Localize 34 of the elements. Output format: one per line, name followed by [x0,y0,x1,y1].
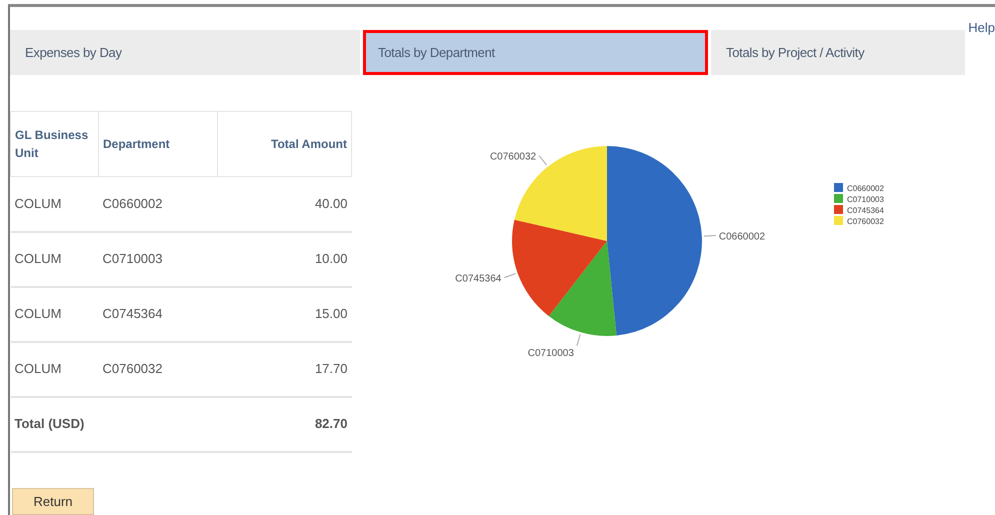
total-amount: 82.70 [218,396,352,452]
table-cell: 15.00 [218,286,352,342]
slice-label: C0710003 [528,348,574,359]
leader-line [538,155,548,166]
table-cell: 40.00 [218,176,352,232]
leader-line [504,273,516,278]
table-cell: 17.70 [218,342,352,396]
tab[interactable]: Totals by Department [363,30,708,75]
table-cell: COLUM [10,286,98,342]
legend-label: C0745364 [847,206,884,215]
leader-line [703,235,716,237]
table-cell: COLUM [10,232,98,286]
table-cell: C0760032 [98,342,218,396]
slice-label: C0760032 [490,152,536,163]
tab[interactable]: Expenses by Day [10,30,360,75]
table-cell: C0710003 [98,232,218,286]
column-header: Total Amount [218,112,352,176]
return-button[interactable]: Return [12,488,94,515]
column-header: GL Business Unit [10,112,98,176]
legend-label: C0660002 [847,184,884,193]
slice-label: C0745364 [455,274,502,285]
table-cell: COLUM [10,342,98,396]
table-cell: C0745364 [98,286,218,342]
column-header: Department [98,112,218,176]
table-cell: C0660002 [98,176,218,232]
help-link[interactable]: Help [968,18,995,38]
table-cell: 10.00 [218,232,352,286]
slice-label: C0660002 [718,232,766,243]
legend-label: C0710003 [847,195,884,204]
total-label: Total (USD) [10,396,218,452]
table-cell: COLUM [10,176,98,232]
legend-label: C0760032 [847,217,884,226]
leader-line [576,334,581,346]
tab[interactable]: Totals by Project / Activity [711,30,965,75]
